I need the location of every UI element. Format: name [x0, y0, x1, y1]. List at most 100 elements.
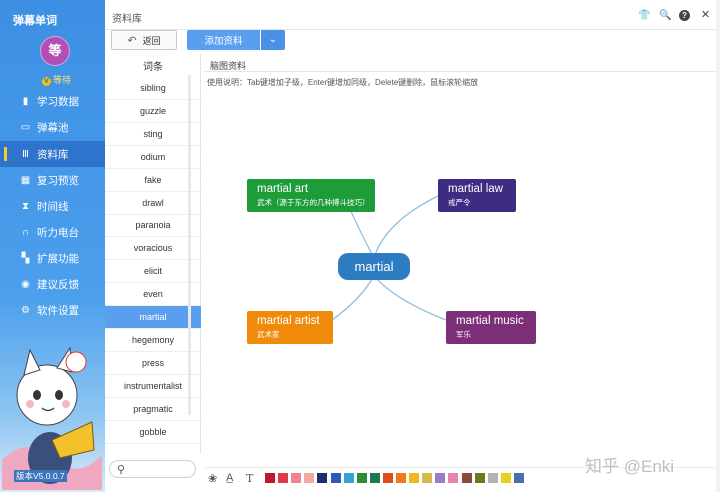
sidebar-item-label: 复习预览: [37, 174, 79, 187]
search-icon[interactable]: 🔍: [659, 10, 671, 21]
location-icon: ◉: [21, 278, 30, 290]
calendar-icon: ▦: [20, 174, 31, 186]
undo-arrow-icon: ↶: [127, 34, 137, 47]
node-meaning: 武术家: [257, 330, 280, 339]
usage-tip: 使用说明：Tab键增加子级，Enter键增加同级，Delete键删除，鼠标滚轮缩…: [207, 78, 479, 87]
sidebar: 弹幕单词 等 V 等待 ▮ 学习数据 ▭ 弹幕池 Ⅲ 资料库 ▦ 复习预览 ⧗ 时间线 ∩ 听…: [0, 0, 105, 492]
back-button[interactable]: ↶ 返回: [111, 30, 177, 50]
sidebar-item-timeline[interactable]: ⧗ 时间线: [0, 193, 105, 219]
color-swatch[interactable]: [487, 473, 498, 483]
level-text: 等待: [53, 75, 72, 85]
sidebar-item-label: 软件设置: [37, 304, 79, 317]
add-material-button[interactable]: 添加资料: [187, 30, 260, 50]
sidebar-item-extensions[interactable]: ▚ 扩展功能: [0, 245, 105, 271]
mindmap-node[interactable]: martial music 军乐: [446, 311, 536, 344]
sidebar-item-label: 扩展功能: [37, 252, 79, 265]
color-swatch[interactable]: [304, 473, 315, 483]
sidebar-item-label: 听力电台: [37, 226, 79, 239]
node-word: martial music: [456, 315, 524, 327]
window-border: [716, 0, 720, 492]
sidebar-item-settings[interactable]: ⚙ 软件设置: [0, 297, 105, 323]
mindmap-node[interactable]: martial artist 武术家: [247, 311, 333, 344]
word-list-item[interactable]: guzzle: [105, 100, 201, 123]
word-list-item[interactable]: elicit: [105, 260, 201, 284]
color-swatch[interactable]: [291, 473, 302, 483]
word-list-item[interactable]: pragmatic: [105, 398, 201, 421]
level-label: V 等待: [42, 73, 71, 86]
color-swatch[interactable]: [474, 473, 485, 483]
word-list-item[interactable]: fake: [105, 169, 201, 192]
palette-icon[interactable]: ❀: [208, 472, 217, 485]
screen-icon: ▭: [20, 121, 31, 133]
back-button-label: 返回: [142, 35, 161, 46]
word-list-header: 词条: [143, 62, 163, 73]
grid-icon: ▚: [21, 252, 30, 264]
mindmap-center-node[interactable]: martial: [338, 253, 410, 280]
sidebar-item-feedback[interactable]: ◉ 建议反馈: [0, 271, 105, 297]
sidebar-item-danmaku-pool[interactable]: ▭ 弹幕池: [0, 114, 105, 140]
color-swatch[interactable]: [343, 473, 354, 483]
word-list-item[interactable]: press: [105, 352, 201, 375]
color-swatch[interactable]: [422, 473, 433, 483]
color-swatch[interactable]: [435, 473, 446, 483]
text-color-icon[interactable]: A̲: [226, 472, 233, 484]
sidebar-item-study-data[interactable]: ▮ 学习数据: [0, 88, 105, 114]
mindmap-node[interactable]: martial law 戒严令: [438, 179, 516, 212]
color-swatch[interactable]: [500, 473, 511, 483]
node-word: martial law: [448, 183, 503, 195]
color-swatch[interactable]: [369, 473, 380, 483]
color-swatch[interactable]: [382, 473, 393, 483]
word-list-scrollbar[interactable]: [188, 75, 191, 415]
chevron-down-icon[interactable]: ⌄: [261, 30, 285, 50]
node-meaning: 武术（源于东方的几种搏斗技巧）: [257, 198, 370, 207]
word-list-item[interactable]: paranoia: [105, 214, 201, 238]
avatar[interactable]: 等: [40, 36, 70, 66]
color-swatch[interactable]: [461, 473, 472, 483]
word-list-item[interactable]: gobble: [105, 421, 201, 444]
sidebar-item-label: 时间线: [37, 200, 69, 213]
title-bar: 资料库 👕 🔍 ? ✕: [105, 0, 720, 30]
gear-icon: ⚙: [21, 304, 30, 316]
section-title: 资料库: [112, 14, 142, 25]
close-icon[interactable]: ✕: [700, 10, 711, 21]
color-swatch[interactable]: [265, 473, 275, 483]
mascot-illustration: [2, 346, 102, 490]
color-swatch[interactable]: [278, 473, 289, 483]
color-swatch[interactable]: [330, 473, 341, 483]
sidebar-item-label: 资料库: [37, 148, 69, 161]
vip-badge-icon: V: [42, 77, 51, 86]
headphones-icon: ∩: [21, 226, 30, 238]
word-list-item[interactable]: sting: [105, 123, 201, 146]
sidebar-item-label: 弹幕池: [37, 121, 69, 134]
color-swatch[interactable]: [409, 473, 420, 483]
word-search-input[interactable]: ⚲: [109, 460, 196, 478]
font-icon[interactable]: T: [246, 472, 253, 485]
word-list-item[interactable]: instrumentalist: [105, 375, 201, 398]
sidebar-item-label: 建议反馈: [37, 278, 79, 291]
color-swatch[interactable]: [356, 473, 367, 483]
word-list: 词条 sibling guzzle sting odium fake drawl paran…: [105, 54, 201, 454]
sidebar-item-review-preview[interactable]: ▦ 复习预览: [0, 167, 105, 193]
sidebar-item-library[interactable]: Ⅲ 资料库: [0, 141, 105, 167]
hourglass-icon: ⧗: [21, 200, 30, 212]
word-list-item[interactable]: voracious: [105, 237, 201, 261]
word-list-item[interactable]: odium: [105, 146, 201, 169]
version-label: 版本V5.0.0.7: [14, 470, 67, 482]
color-swatch[interactable]: [513, 473, 524, 483]
bar-chart-icon: ▮: [22, 95, 29, 107]
sidebar-item-listening-radio[interactable]: ∩ 听力电台: [0, 219, 105, 245]
color-swatch[interactable]: [396, 473, 406, 483]
node-meaning: 戒严令: [448, 198, 471, 207]
help-icon[interactable]: ?: [679, 10, 690, 21]
shirt-icon[interactable]: 👕: [638, 10, 650, 21]
color-swatch[interactable]: [448, 473, 459, 483]
node-word: martial artist: [257, 315, 320, 327]
color-swatch[interactable]: [317, 473, 328, 483]
mindmap-node[interactable]: martial art 武术（源于东方的几种搏斗技巧）: [247, 179, 375, 212]
sidebar-item-label: 学习数据: [37, 95, 79, 108]
word-list-item[interactable]: martial: [105, 306, 201, 329]
word-list-item[interactable]: drawl: [105, 192, 201, 215]
word-list-item[interactable]: even: [105, 283, 201, 307]
word-list-item[interactable]: sibling: [105, 77, 201, 100]
word-list-item[interactable]: hegemony: [105, 329, 201, 352]
